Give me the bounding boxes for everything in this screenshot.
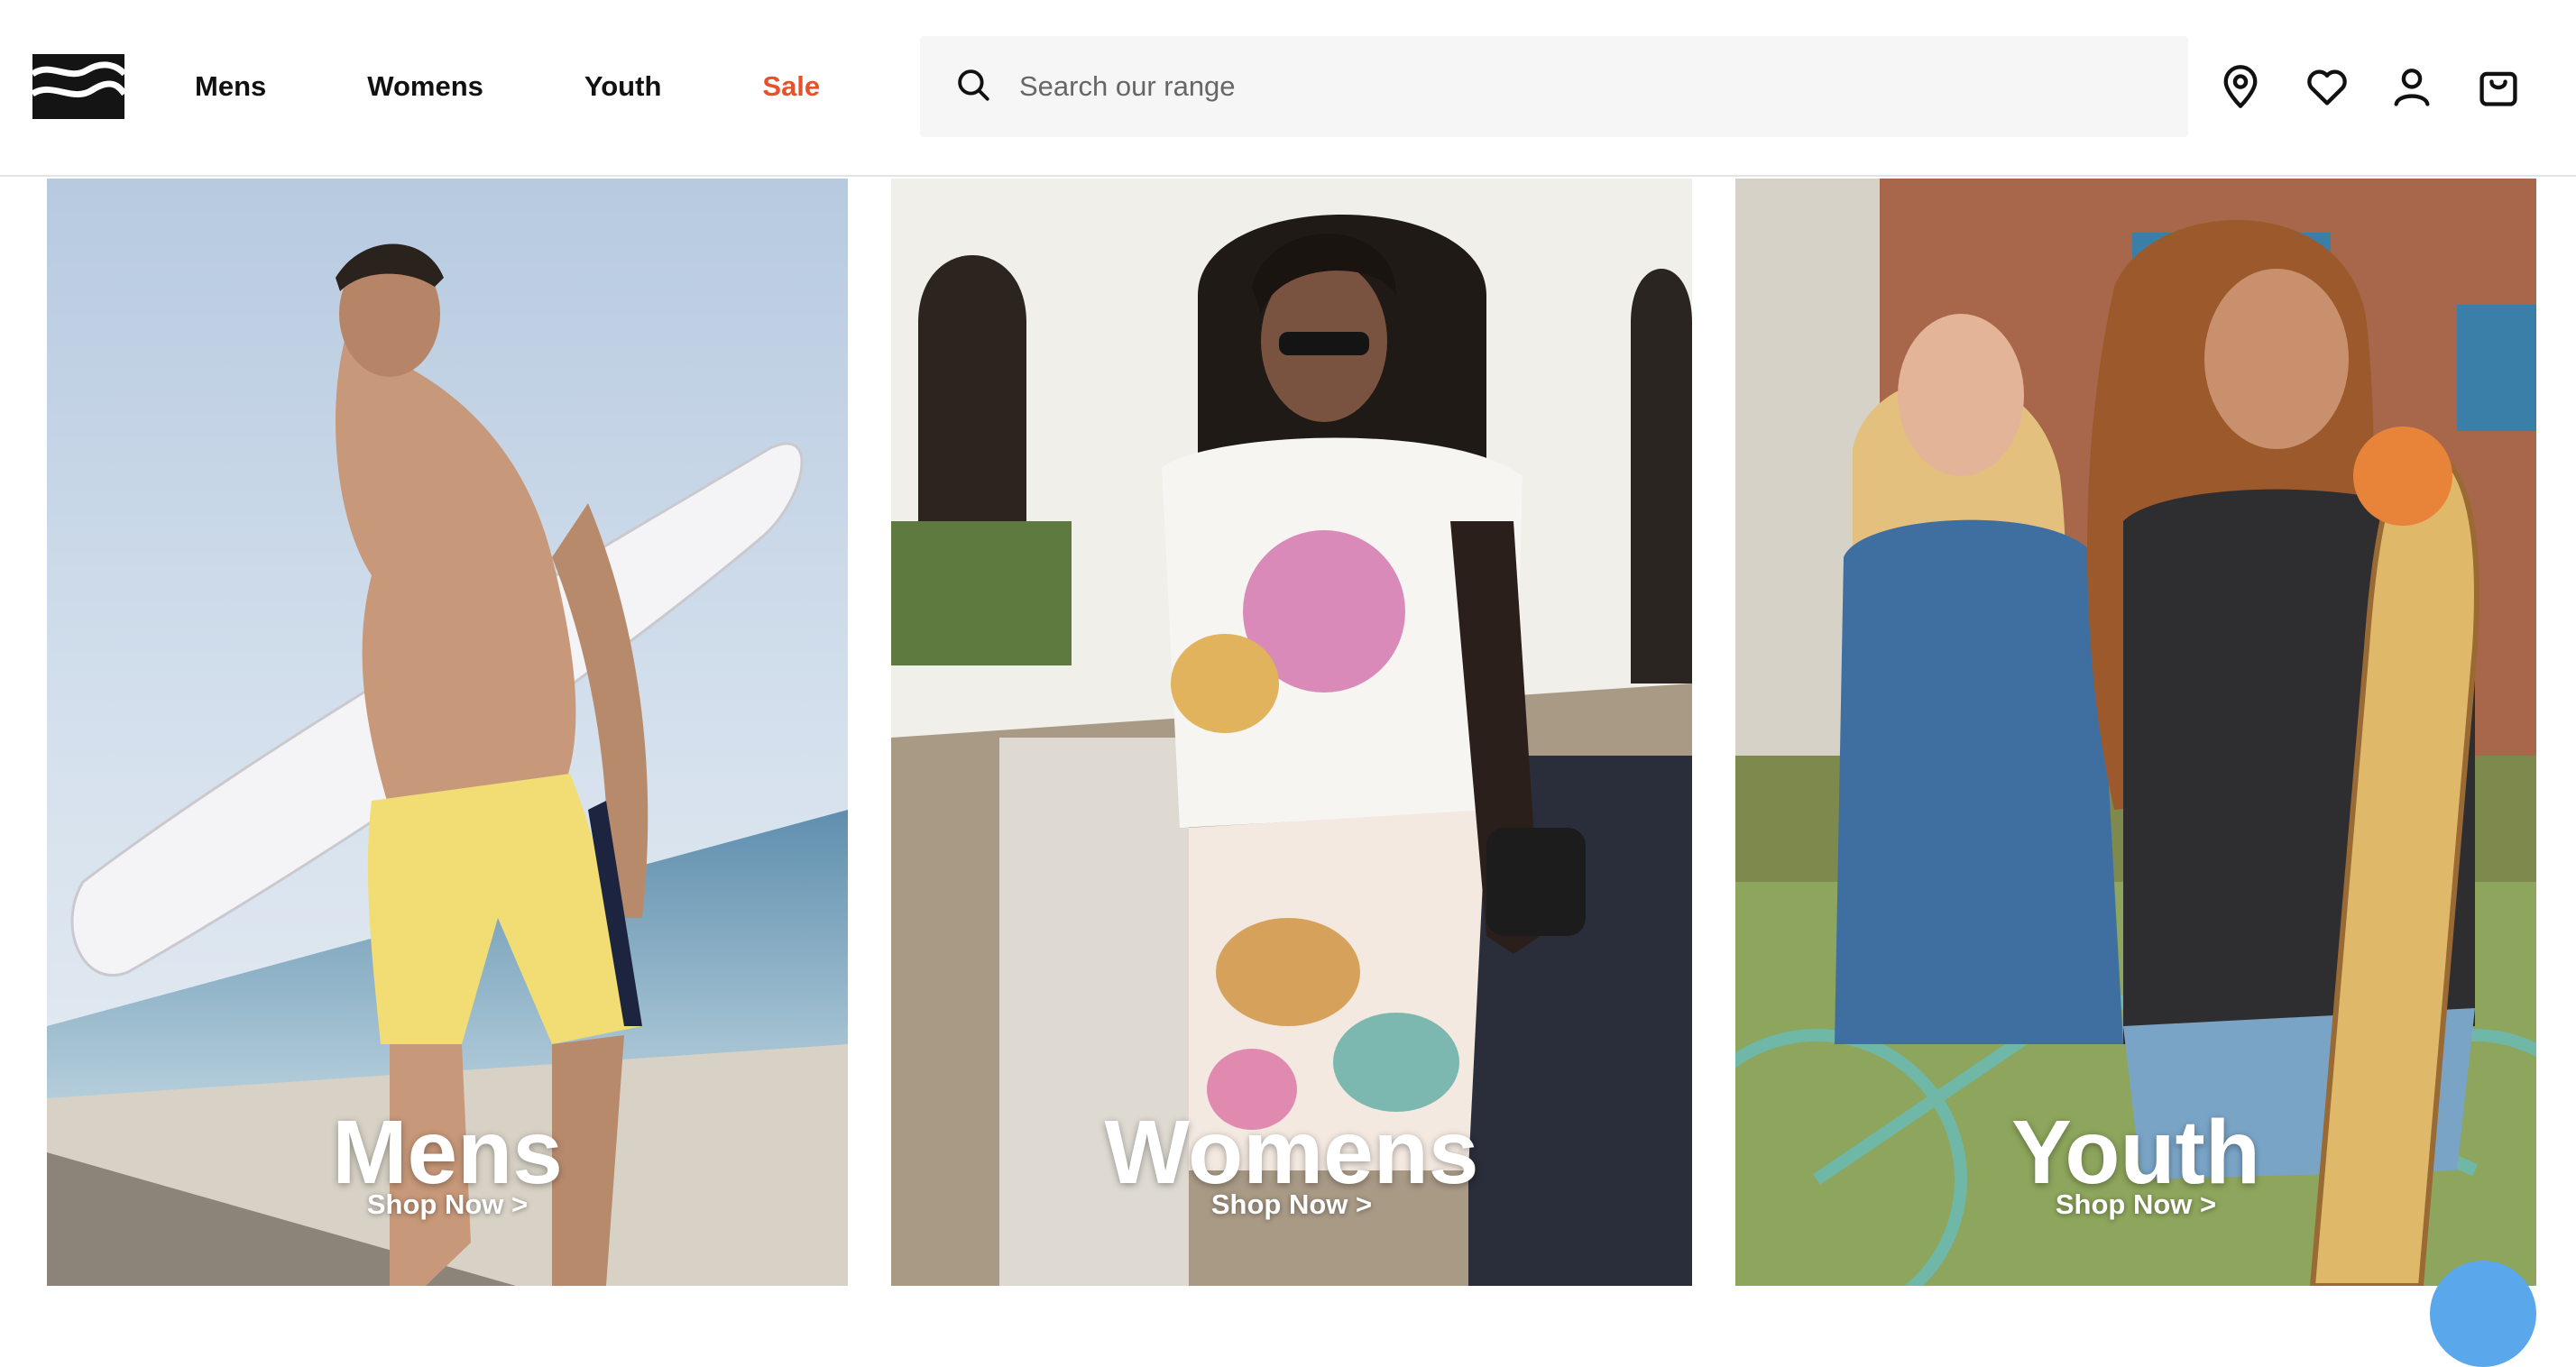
user-icon[interactable] [2388,63,2435,110]
nav-womens[interactable]: Womens [367,70,483,103]
main-nav: Mens Womens Youth Sale [195,0,820,173]
bag-icon[interactable] [2475,63,2522,110]
site-header: Mens Womens Youth Sale [0,0,2576,177]
billabong-logo-icon[interactable] [30,54,127,119]
category-title-youth: Youth [2011,1102,2260,1203]
shop-now-link-youth[interactable]: Shop Now > [1735,1188,2536,1221]
category-card-youth[interactable]: Youth Shop Now > [1735,179,2536,1286]
category-title-womens: Womens [1104,1102,1479,1203]
location-pin-icon[interactable] [2217,63,2264,110]
category-card-womens[interactable]: Womens Shop Now > [891,179,1692,1286]
heart-icon[interactable] [2304,63,2351,110]
search-bar[interactable] [920,36,2188,137]
chat-button[interactable] [2430,1261,2536,1367]
nav-mens[interactable]: Mens [195,70,266,103]
shop-now-link-mens[interactable]: Shop Now > [47,1188,848,1221]
search-input[interactable] [1017,69,2100,104]
search-icon [954,66,992,108]
nav-sale[interactable]: Sale [762,70,820,103]
category-title-mens: Mens [332,1102,563,1203]
shop-now-link-womens[interactable]: Shop Now > [891,1188,1692,1221]
category-card-mens[interactable]: Mens Shop Now > [47,179,848,1286]
nav-youth[interactable]: Youth [584,70,662,103]
